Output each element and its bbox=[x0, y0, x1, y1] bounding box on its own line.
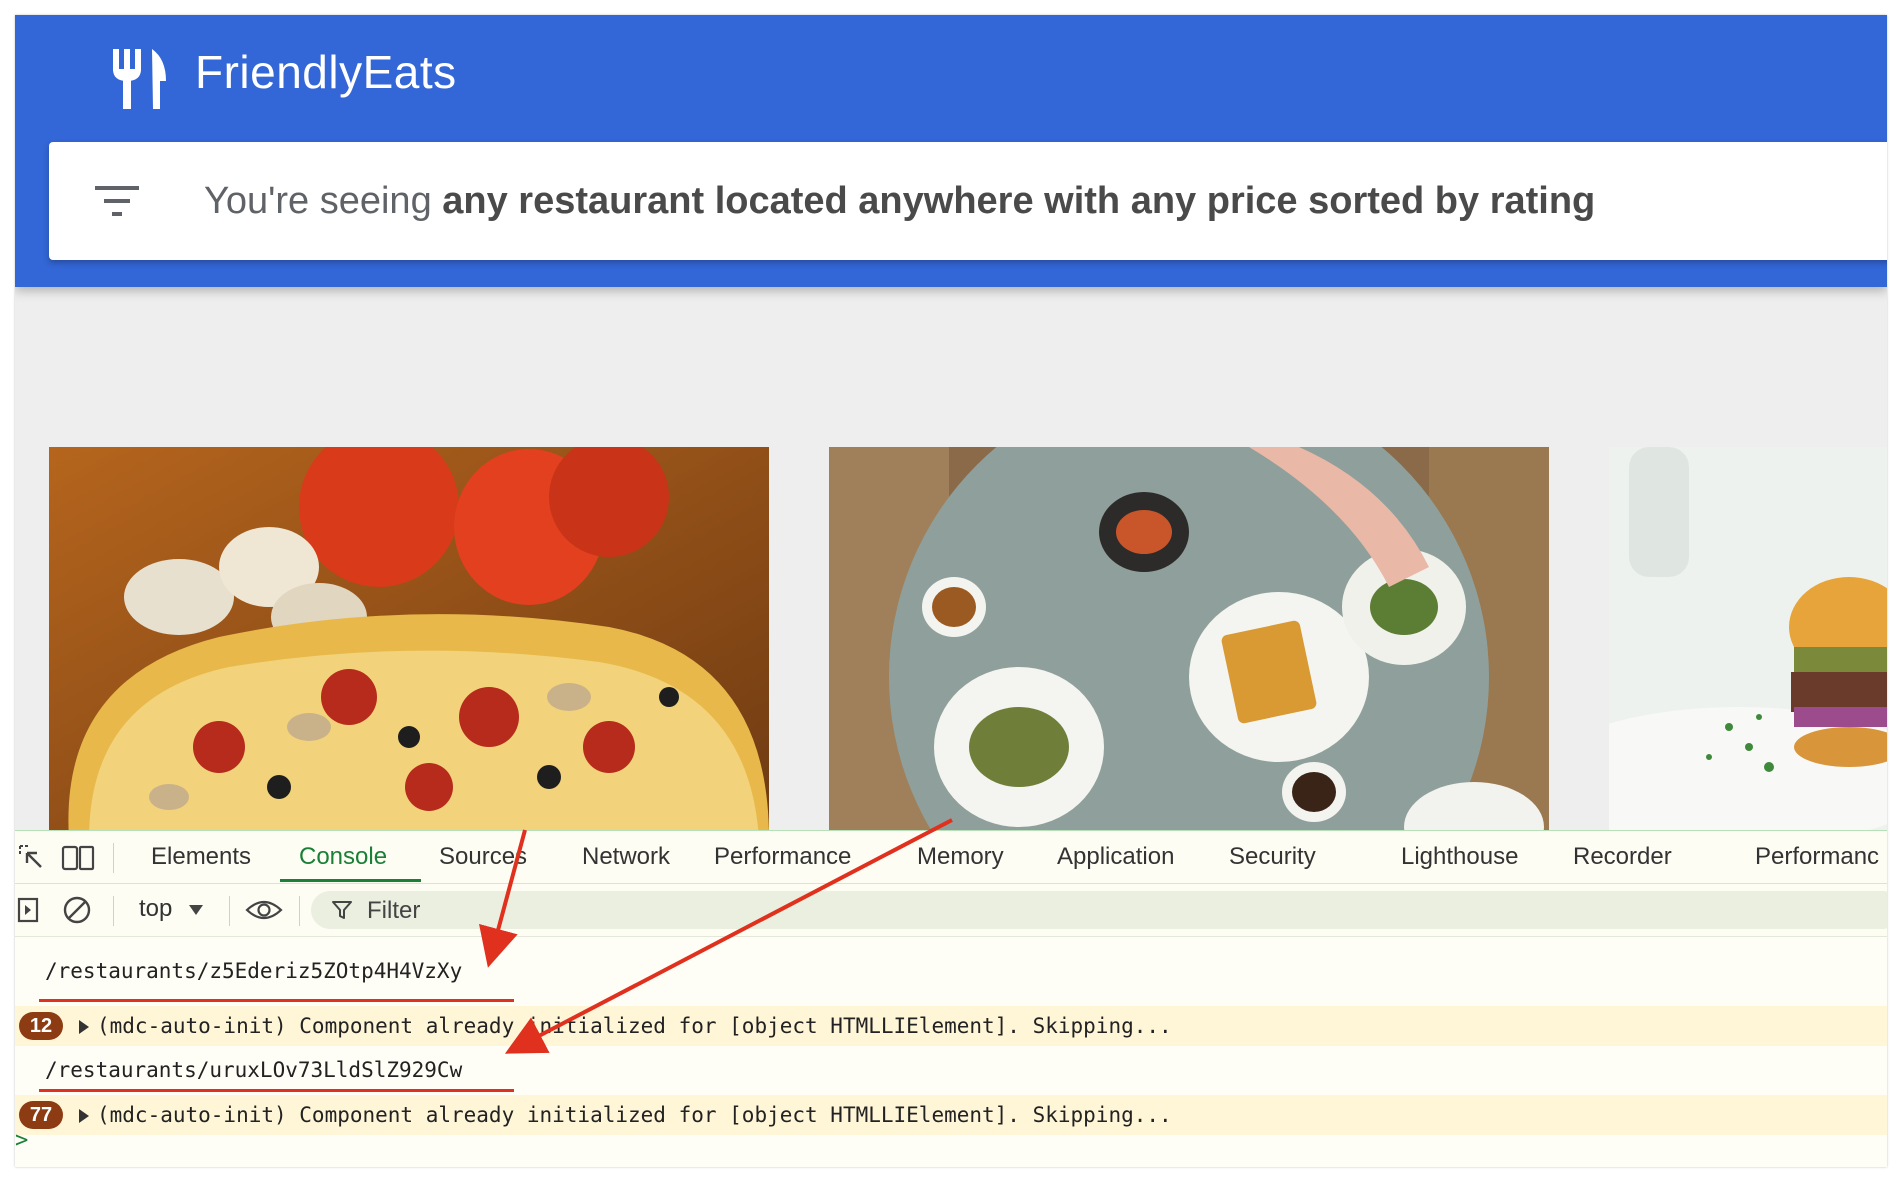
brunch-table-image bbox=[829, 447, 1549, 839]
console-message[interactable]: /restaurants/uruxLOv73LldSlZ929Cw bbox=[15, 1050, 1887, 1090]
console-filter-input[interactable]: Filter bbox=[311, 891, 1887, 929]
annotation-underline bbox=[39, 1089, 514, 1092]
filter-list-icon[interactable] bbox=[95, 184, 139, 218]
filter-summary: You're seeing any restaurant located any… bbox=[204, 180, 1595, 223]
console-message[interactable]: /restaurants/z5Ederiz5ZOtp4H4VzXy bbox=[15, 951, 1887, 991]
console-prompt-icon[interactable]: > bbox=[15, 1128, 28, 1153]
tab-elements[interactable]: Elements bbox=[151, 843, 251, 871]
dropdown-arrow-icon bbox=[189, 904, 204, 915]
filter-bar[interactable]: You're seeing any restaurant located any… bbox=[49, 142, 1887, 260]
restaurant-icon bbox=[113, 49, 166, 109]
console-log-text: /restaurants/uruxLOv73LldSlZ929Cw bbox=[45, 1058, 463, 1082]
filter-prefix: You're seeing bbox=[204, 180, 443, 222]
expand-arrow-icon[interactable] bbox=[79, 1109, 89, 1123]
browser-viewport: FriendlyEats You're seeing any restauran… bbox=[15, 15, 1887, 1167]
tab-performance[interactable]: Performance bbox=[714, 843, 851, 871]
console-warning[interactable]: 77 (mdc-auto-init) Component already ini… bbox=[15, 1095, 1887, 1135]
burger-image bbox=[1609, 447, 1887, 839]
repeat-count-badge: 12 bbox=[19, 1012, 63, 1040]
devtools-panel: Elements Console Sources Network Perform… bbox=[15, 830, 1887, 1167]
expand-arrow-icon[interactable] bbox=[79, 1020, 89, 1034]
toolbar-divider bbox=[299, 896, 300, 926]
tab-security[interactable]: Security bbox=[1229, 843, 1316, 871]
tab-application[interactable]: Application bbox=[1057, 843, 1174, 871]
active-tab-indicator bbox=[280, 879, 421, 882]
filter-icon bbox=[332, 901, 352, 919]
filter-description: any restaurant located anywhere with any… bbox=[442, 180, 1596, 222]
pizza-image bbox=[49, 447, 769, 839]
context-selector[interactable]: top bbox=[139, 895, 204, 923]
context-label: top bbox=[139, 895, 173, 922]
device-toolbar-icon[interactable] bbox=[61, 843, 95, 871]
tab-performance-insights[interactable]: Performanc bbox=[1755, 843, 1879, 871]
tab-console[interactable]: Console bbox=[299, 843, 387, 871]
tab-lighthouse[interactable]: Lighthouse bbox=[1401, 843, 1518, 871]
tab-sources[interactable]: Sources bbox=[439, 843, 527, 871]
live-expression-icon[interactable] bbox=[245, 898, 283, 922]
inspect-element-icon[interactable] bbox=[17, 843, 45, 871]
annotation-underline bbox=[39, 999, 514, 1002]
devtools-tab-bar: Elements Console Sources Network Perform… bbox=[15, 831, 1887, 884]
console-warning[interactable]: 12 (mdc-auto-init) Component already ini… bbox=[15, 1006, 1887, 1046]
show-sidebar-icon[interactable] bbox=[17, 896, 41, 924]
app-header: FriendlyEats You're seeing any restauran… bbox=[15, 15, 1887, 287]
repeat-count-badge: 77 bbox=[19, 1101, 63, 1129]
tab-memory[interactable]: Memory bbox=[917, 843, 1004, 871]
clear-console-icon[interactable] bbox=[61, 894, 93, 926]
filter-placeholder: Filter bbox=[367, 897, 421, 924]
restaurant-card-image[interactable] bbox=[1609, 447, 1887, 839]
tab-network[interactable]: Network bbox=[582, 843, 670, 871]
toolbar-divider bbox=[113, 843, 114, 873]
toolbar-divider bbox=[229, 896, 230, 926]
restaurant-card-image[interactable] bbox=[829, 447, 1549, 839]
console-toolbar: top Filter bbox=[15, 884, 1887, 937]
app-title[interactable]: FriendlyEats bbox=[195, 45, 457, 99]
restaurant-card-image[interactable] bbox=[49, 447, 769, 839]
tab-recorder[interactable]: Recorder bbox=[1573, 843, 1672, 871]
console-warning-text: (mdc-auto-init) Component already initia… bbox=[97, 1103, 1172, 1127]
toolbar-divider bbox=[113, 896, 114, 926]
console-warning-text: (mdc-auto-init) Component already initia… bbox=[97, 1014, 1172, 1038]
console-log-text: /restaurants/z5Ederiz5ZOtp4H4VzXy bbox=[45, 959, 463, 983]
